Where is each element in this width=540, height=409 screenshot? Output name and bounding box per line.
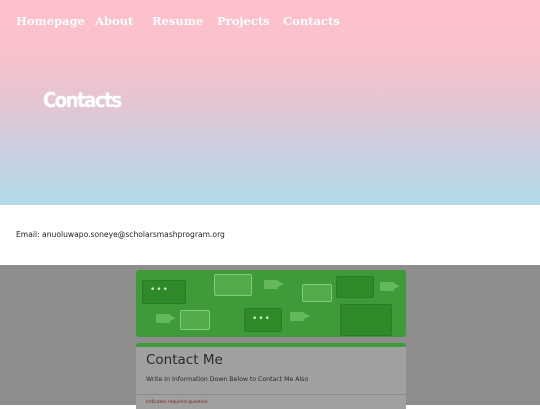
form-description: Write In Information Down Below to Conta…: [146, 376, 309, 383]
top-nav: Homepage About Resume Projects Contacts: [0, 14, 540, 32]
page-title: Contacts: [43, 88, 122, 112]
form-divider: [136, 394, 406, 395]
nav-contacts[interactable]: Contacts: [283, 14, 340, 28]
video-camera-icon: [264, 280, 284, 289]
chat-dots-icon: •••: [252, 314, 271, 324]
required-note: Indicates required question: [146, 400, 208, 405]
video-camera-icon: [156, 314, 176, 323]
nav-homepage[interactable]: Homepage: [16, 14, 85, 28]
video-camera-icon: [380, 282, 400, 291]
chat-bubble-icon: [336, 276, 374, 298]
hero-banner: Homepage About Resume Projects Contacts …: [0, 0, 540, 205]
nav-resume[interactable]: Resume: [152, 14, 203, 28]
chat-bubble-icon: [302, 284, 332, 302]
nav-projects[interactable]: Projects: [217, 14, 270, 28]
chat-dots-icon: •••: [150, 285, 169, 295]
form-header-image: ••• •••: [136, 270, 406, 337]
nav-about[interactable]: About: [95, 14, 133, 28]
form-title: Contact Me: [146, 352, 223, 368]
email-text: Email: anuoluwapo.soneye@scholarsmashpro…: [16, 230, 225, 239]
chat-bubble-icon: [214, 274, 252, 296]
chat-bubble-icon: [340, 304, 392, 336]
chat-bubble-icon: [180, 310, 210, 330]
video-camera-icon: [290, 312, 310, 321]
